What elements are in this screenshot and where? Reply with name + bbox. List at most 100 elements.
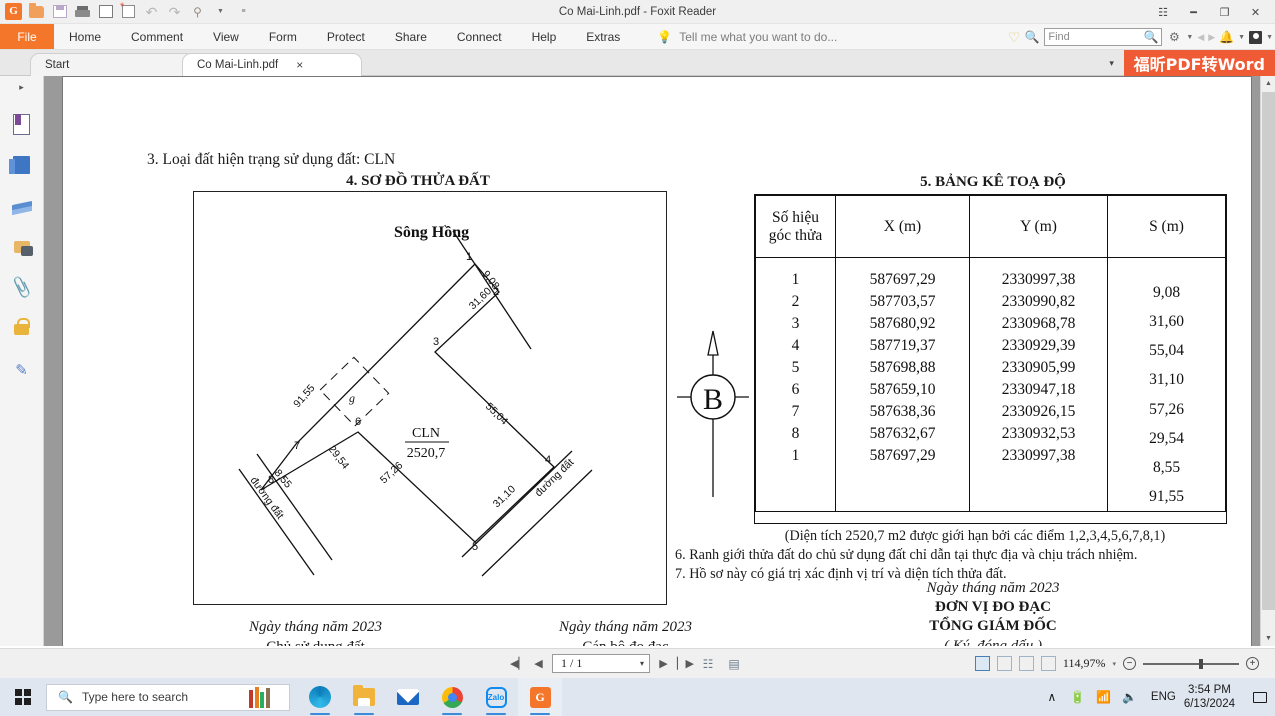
tab-start-label: Start xyxy=(45,59,70,71)
close-button[interactable]: ✕ xyxy=(1240,0,1271,24)
wifi-icon[interactable]: 📶 xyxy=(1091,678,1117,716)
language-indicator[interactable]: ENG xyxy=(1143,691,1184,703)
minimize-button[interactable]: ━ xyxy=(1178,0,1209,24)
redo-button[interactable]: ↷ xyxy=(164,2,185,22)
taskbar-zalo-button[interactable]: Zalo xyxy=(474,678,518,716)
taskbar-chrome-button[interactable] xyxy=(430,678,474,716)
facing-continuous-view-icon[interactable] xyxy=(1040,656,1056,671)
tab-start[interactable]: Start xyxy=(30,53,195,76)
sidebar-item-security[interactable] xyxy=(7,314,37,344)
previous-view-icon[interactable]: ◀ xyxy=(1197,32,1204,43)
expand-panel-button[interactable]: ▸ xyxy=(19,82,24,93)
sidebar-item-bookmarks[interactable] xyxy=(7,109,37,139)
account-chevron-down-icon[interactable]: ▼ xyxy=(1266,34,1273,41)
tab-overflow-chevron-down-icon[interactable]: ▾ xyxy=(1100,58,1124,69)
menu-home[interactable]: Home xyxy=(54,24,116,49)
sidebar-item-comments[interactable] xyxy=(7,232,37,262)
customize-qat-button[interactable]: ≡ xyxy=(233,2,254,22)
stamp-button[interactable]: ⚲ xyxy=(187,2,208,22)
menu-protect[interactable]: Protect xyxy=(312,24,380,49)
sidebar-item-signatures[interactable]: ✎ xyxy=(7,355,37,385)
scroll-down-arrow-icon[interactable]: ▼ xyxy=(1261,631,1275,646)
sign-title-left: Chủ sử dụng đất xyxy=(208,637,423,646)
page-number-input[interactable]: 1 / 1 ▾ xyxy=(552,654,650,673)
signature-block-landowner: Ngày tháng năm 2023 Chủ sử dụng đất (Ký,… xyxy=(208,617,423,646)
zoom-level-value[interactable]: 114,97% xyxy=(1063,656,1106,671)
facing-view-icon[interactable] xyxy=(1018,656,1034,671)
foxit-app-menu-button[interactable]: G xyxy=(3,2,24,22)
notification-bell-icon[interactable]: 🔔 xyxy=(1219,30,1234,44)
fit-page-icon[interactable]: ☷ xyxy=(698,654,718,674)
taskbar-foxit-button[interactable]: G xyxy=(518,678,562,716)
volume-icon[interactable]: 🔈 xyxy=(1117,678,1143,716)
col-cell-s: 9,08 31,60 55,04 31,10 57,26 29,54 8,55 91,55 xyxy=(1107,257,1226,512)
heart-icon[interactable]: ♡ xyxy=(1008,29,1021,46)
menu-file[interactable]: File xyxy=(0,24,54,49)
action-center-button[interactable] xyxy=(1245,678,1275,716)
vertical-scrollbar[interactable]: ▲ ▼ xyxy=(1260,76,1275,646)
stamp-dropdown-button[interactable]: ▼ xyxy=(210,2,231,22)
bell-chevron-down-icon[interactable]: ▼ xyxy=(1238,34,1245,41)
gear-chevron-down-icon[interactable]: ▼ xyxy=(1186,34,1193,41)
taskbar-mail-button[interactable] xyxy=(386,678,430,716)
scroll-up-arrow-icon[interactable]: ▲ xyxy=(1261,76,1275,91)
zoom-in-button[interactable]: + xyxy=(1246,657,1259,670)
previous-page-button[interactable]: ◀ xyxy=(531,657,546,670)
menu-form[interactable]: Form xyxy=(254,24,312,49)
menu-share[interactable]: Share xyxy=(380,24,442,49)
fit-width-icon[interactable]: ▤ xyxy=(724,654,744,674)
foxit-reader-icon: G xyxy=(529,686,551,708)
cell-y-value: 2330929,39 xyxy=(1001,337,1076,354)
zoom-out-button[interactable]: − xyxy=(1123,657,1136,670)
chevron-down-icon[interactable]: ▾ xyxy=(640,659,644,668)
print-preview-button[interactable] xyxy=(95,2,116,22)
taskbar-edge-button[interactable] xyxy=(298,678,342,716)
menu-comment[interactable]: Comment xyxy=(116,24,198,49)
taskbar-search-input[interactable]: 🔍 Type here to search xyxy=(46,683,290,711)
sidebar-item-attachments[interactable]: 📎 xyxy=(7,273,37,303)
tell-me-search[interactable]: 💡 Tell me what you want to do... xyxy=(635,24,837,49)
sidebar-item-layers[interactable] xyxy=(7,191,37,221)
menu-connect[interactable]: Connect xyxy=(442,24,517,49)
first-page-button[interactable]: ◀▏ xyxy=(510,657,527,670)
col-cell-x: 587697,29 587703,57 587680,92 587719,37 5876… xyxy=(835,257,970,512)
undo-button[interactable]: ↶ xyxy=(141,2,162,22)
find-input[interactable]: Find 🔍 xyxy=(1044,28,1163,46)
promo-banner[interactable]: 福昕PDF转Word xyxy=(1123,50,1275,76)
next-page-button[interactable]: ▶ xyxy=(656,657,671,670)
continuous-view-icon[interactable] xyxy=(996,656,1012,671)
last-page-button[interactable]: ▏▶ xyxy=(677,657,694,670)
menu-help[interactable]: Help xyxy=(517,24,572,49)
sign-date-right: Ngày tháng năm 2023 xyxy=(926,580,1060,596)
tab-co-mai-linh-pdf[interactable]: Co Mai-Linh.pdf × xyxy=(182,53,362,76)
restore-button[interactable]: ❐ xyxy=(1209,0,1240,24)
print-button[interactable] xyxy=(72,2,93,22)
open-button[interactable] xyxy=(26,2,47,22)
new-blank-button[interactable] xyxy=(118,2,139,22)
sidebar-item-page-thumbnails[interactable] xyxy=(7,150,37,180)
cell-side-length: 91,55 xyxy=(1149,487,1184,505)
next-view-icon[interactable]: ▶ xyxy=(1208,32,1215,43)
windows-taskbar: 🔍 Type here to search Zalo G ∧ 🔋 📶 🔈 ENG… xyxy=(0,678,1275,716)
tray-overflow-button[interactable]: ∧ xyxy=(1039,678,1065,716)
page-number-value: 1 / 1 xyxy=(561,656,583,670)
clock[interactable]: 3:54 PM 6/13/2024 xyxy=(1184,683,1245,712)
single-page-view-icon[interactable] xyxy=(974,656,990,671)
gear-icon[interactable]: ⚙ xyxy=(1166,30,1182,44)
zoom-chevron-down-icon[interactable]: ▾ xyxy=(1112,660,1116,668)
account-avatar-icon[interactable] xyxy=(1249,30,1263,44)
close-icon[interactable]: × xyxy=(296,58,303,72)
menu-extras[interactable]: Extras xyxy=(571,24,635,49)
ribbon-display-options-button[interactable]: ☷ xyxy=(1147,0,1178,24)
menu-view[interactable]: View xyxy=(198,24,254,49)
taskbar-file-explorer-button[interactable] xyxy=(342,678,386,716)
battery-icon[interactable]: 🔋 xyxy=(1065,678,1091,716)
save-button[interactable] xyxy=(49,2,70,22)
zoom-slider[interactable] xyxy=(1143,658,1239,669)
zoom-slider-handle[interactable] xyxy=(1199,658,1203,669)
cell-x-value: 587638,36 xyxy=(869,403,936,420)
scrollbar-thumb[interactable] xyxy=(1262,92,1275,610)
find-toolbar-icon[interactable]: 🔍 xyxy=(1024,30,1040,44)
document-viewport[interactable]: 3. Loại đất hiện trạng sử dụng đất: CLN … xyxy=(44,76,1275,646)
start-button[interactable] xyxy=(0,678,46,716)
